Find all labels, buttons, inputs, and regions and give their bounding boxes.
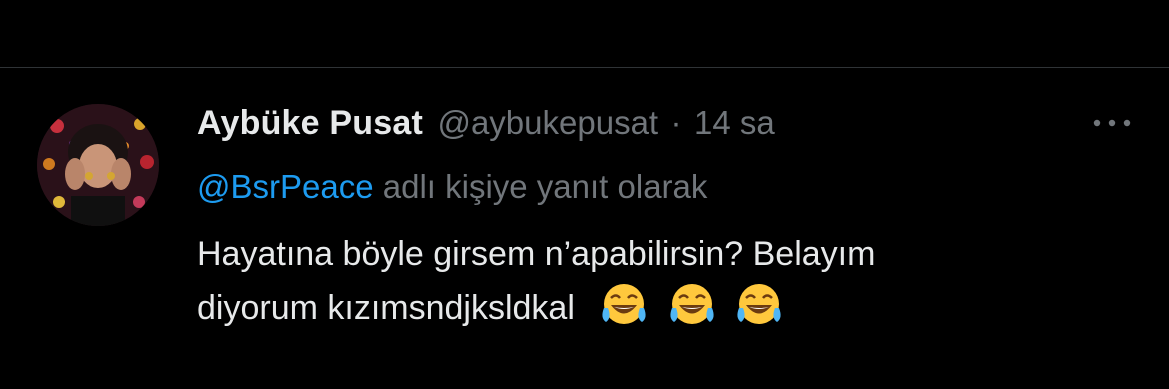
reply-context-label: adlı kişiye yanıt olarak — [382, 168, 708, 205]
avatar[interactable] — [37, 104, 159, 226]
top-divider — [0, 67, 1169, 68]
dot-separator: · — [670, 104, 682, 141]
tweet-text-line-2: diyorum kızımsndjksldkal — [197, 280, 1137, 343]
tweet: Aybüke Pusat @aybukepusat · 14 sa @BsrPe… — [197, 104, 1137, 343]
face-with-tears-of-joy-icon — [598, 280, 650, 328]
face-with-tears-of-joy-icon — [666, 280, 718, 328]
tweet-header: Aybüke Pusat @aybukepusat · 14 sa — [197, 104, 1137, 150]
reply-context: @BsrPeace adlı kişiye yanıt olarak — [197, 168, 1137, 206]
tweet-timestamp[interactable]: 14 sa — [694, 104, 775, 141]
face-with-tears-of-joy-icon — [733, 280, 785, 328]
tweet-text-fragment: diyorum kızımsndjksldkal — [197, 289, 575, 327]
more-options-icon[interactable] — [1087, 108, 1137, 138]
display-name[interactable]: Aybüke Pusat — [197, 104, 423, 142]
tweet-text-line: Hayatına böyle girsem n’apabilirsin? Bel… — [197, 235, 876, 273]
tweet-page: Aybüke Pusat @aybukepusat · 14 sa @BsrPe… — [0, 0, 1169, 389]
emoji-group — [598, 280, 791, 343]
reply-mention-link[interactable]: @BsrPeace — [197, 168, 374, 205]
user-handle[interactable]: @aybukepusat — [437, 104, 658, 141]
tweet-text: Hayatına böyle girsem n’apabilirsin? Bel… — [197, 228, 1137, 343]
